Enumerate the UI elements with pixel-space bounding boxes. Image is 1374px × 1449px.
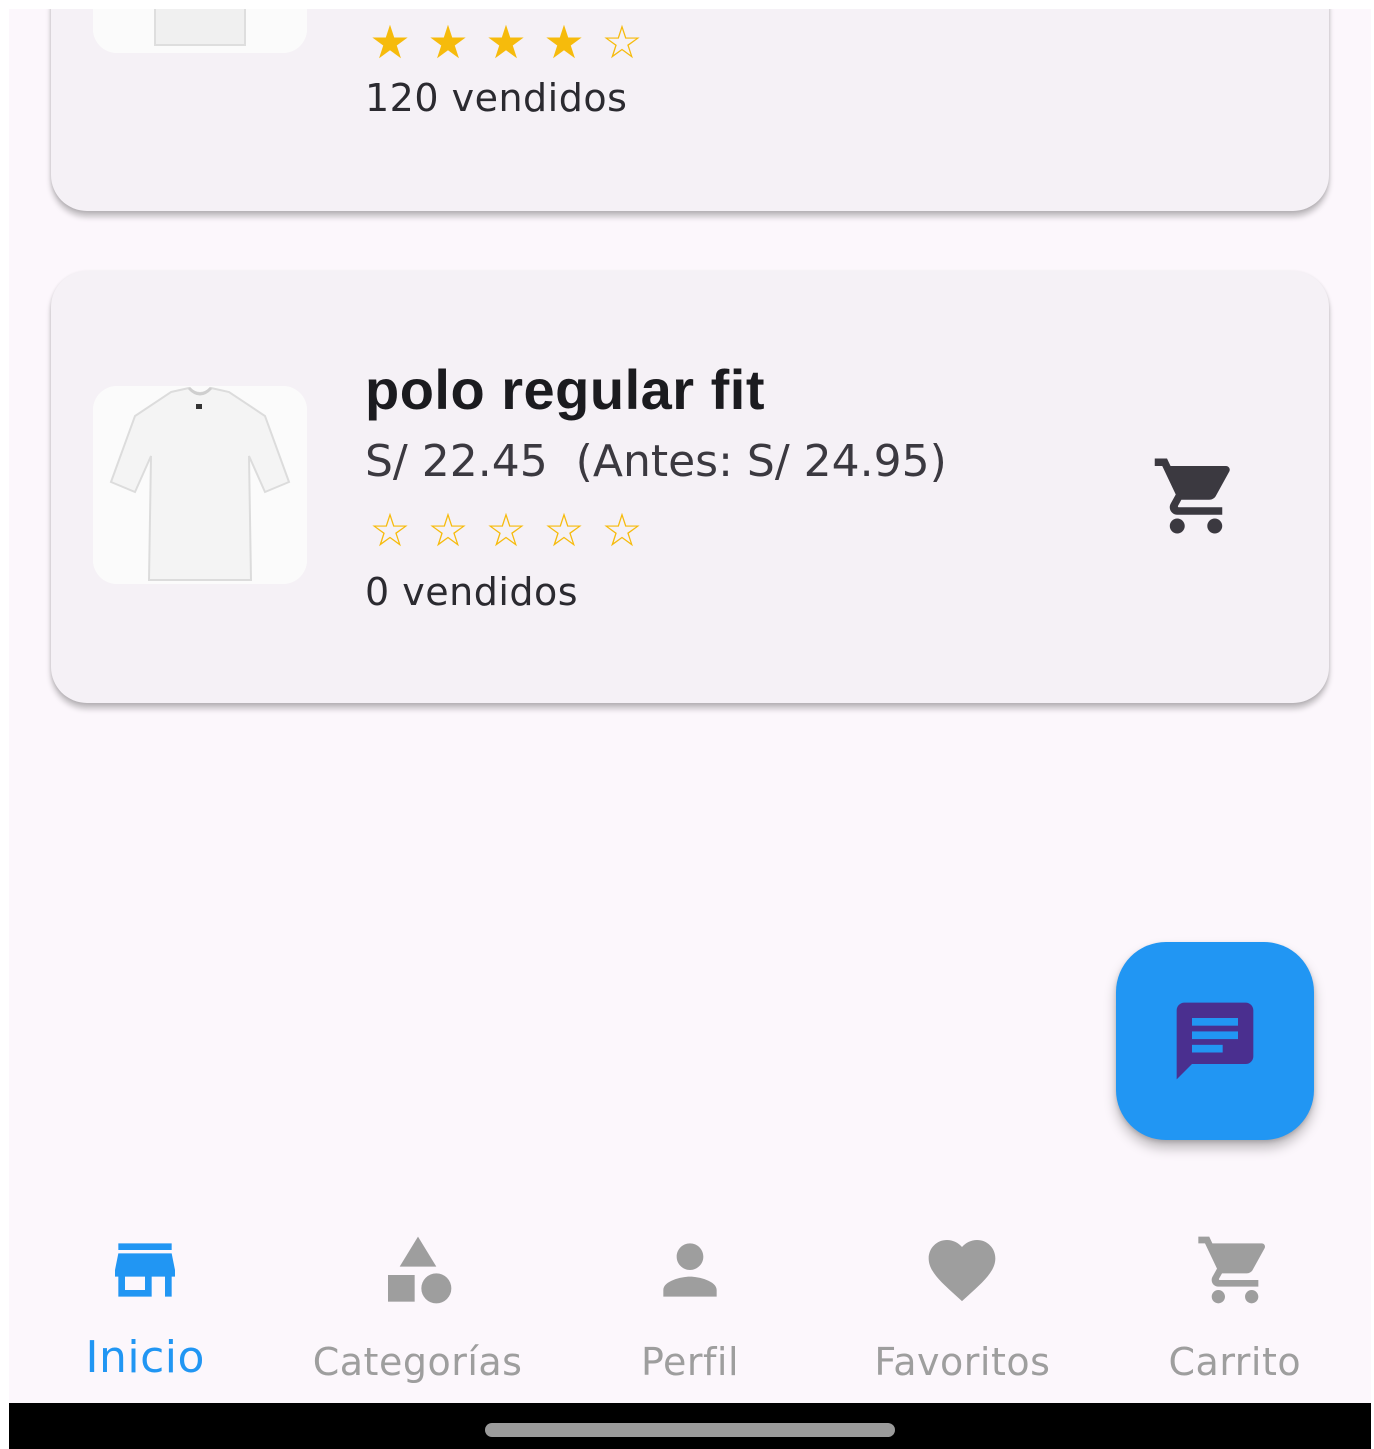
- star-outline-icon: ☆: [601, 503, 643, 557]
- home-gesture-handle[interactable]: [485, 1423, 895, 1437]
- product-info: ★ ★ ★ ★ ☆ 120 vendidos: [365, 17, 647, 129]
- nav-label: Categorías: [312, 1340, 523, 1384]
- sold-count: 0 vendidos: [365, 570, 579, 614]
- nav-label: Carrito: [1168, 1340, 1302, 1384]
- tshirt-image: [93, 386, 307, 584]
- nav-label: Favoritos: [874, 1340, 1051, 1384]
- shopping-cart-icon: [1195, 1230, 1275, 1310]
- person-icon: [650, 1230, 730, 1310]
- nav-item-categorias[interactable]: Categorías: [281, 1198, 553, 1403]
- product-price: S/ 22.45 (Antes: S/ 24.95): [365, 436, 947, 487]
- star-outline-icon: ☆: [485, 503, 527, 557]
- sold-count: 120 vendidos: [365, 76, 628, 120]
- nav-item-favoritos[interactable]: Favoritos: [826, 1198, 1098, 1403]
- star-outline-icon: ☆: [427, 503, 469, 557]
- shopping-cart-icon: [1154, 458, 1230, 534]
- chat-icon: [1176, 1002, 1254, 1080]
- rating-stars: ★ ★ ★ ★ ☆: [365, 17, 647, 67]
- product-card[interactable]: polo regular fit S/ 22.45 (Antes: S/ 24.…: [51, 271, 1329, 703]
- product-card[interactable]: ★ ★ ★ ★ ☆ 120 vendidos: [51, 9, 1329, 211]
- star-outline-icon: ☆: [543, 503, 585, 557]
- nav-item-inicio[interactable]: Inicio: [9, 1198, 281, 1403]
- star-outline-icon: ☆: [369, 503, 411, 557]
- system-navigation-bar: [9, 1403, 1371, 1449]
- app-screen: ★ ★ ★ ★ ☆ 120 vendidos polo regular fit S/ 2…: [9, 9, 1371, 1449]
- nav-label: Perfil: [640, 1340, 740, 1384]
- category-shapes-icon: [378, 1230, 458, 1310]
- rating-stars: ☆ ☆ ☆ ☆ ☆: [365, 499, 947, 561]
- product-image: [93, 386, 307, 584]
- heart-icon: [922, 1230, 1002, 1310]
- product-image: [93, 9, 307, 53]
- nav-label: Inicio: [85, 1332, 205, 1383]
- product-info: polo regular fit S/ 22.45 (Antes: S/ 24.…: [365, 355, 947, 623]
- nav-item-carrito[interactable]: Carrito: [1099, 1198, 1371, 1403]
- nav-item-perfil[interactable]: Perfil: [554, 1198, 826, 1403]
- product-name: polo regular fit: [365, 358, 765, 421]
- store-icon: [105, 1230, 185, 1310]
- bottom-navigation: Inicio Categorías Perfil Favoritos Carri…: [9, 1198, 1371, 1403]
- chat-fab-button[interactable]: [1116, 942, 1314, 1140]
- star-outline-icon: ☆: [601, 15, 643, 69]
- add-to-cart-button[interactable]: [1151, 451, 1241, 541]
- tshirt-image: [93, 9, 307, 53]
- star-filled-icon: ★: [485, 15, 527, 69]
- star-filled-icon: ★: [543, 15, 585, 69]
- star-filled-icon: ★: [369, 15, 411, 69]
- star-filled-icon: ★: [427, 15, 469, 69]
